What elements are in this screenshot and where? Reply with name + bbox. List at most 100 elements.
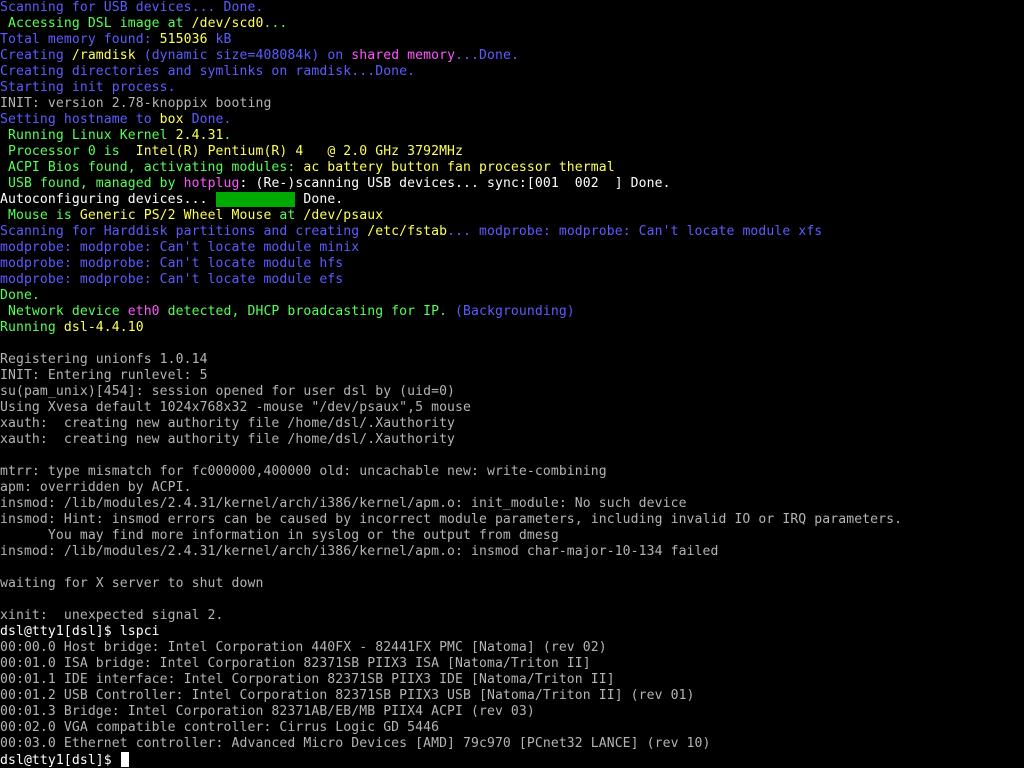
console-line: Accessing DSL image at /dev/scd0... [0, 16, 1024, 32]
console-text: modprobe: modprobe: Can't locate module … [0, 256, 344, 271]
console-text: Generic PS/2 Wheel Mouse [79, 208, 272, 223]
console-line: Scanning for Harddisk partitions and cre… [0, 224, 1024, 240]
console-text: Done. [183, 112, 232, 127]
console-text: insmod: Hint: insmod errors can be cause… [0, 512, 903, 527]
console-text: Mouse is [0, 208, 80, 223]
console-text: Running [0, 320, 64, 335]
console-line: 00:00.0 Host bridge: Intel Corporation 4… [0, 640, 1024, 656]
console-line: 00:01.3 Bridge: Intel Corporation 82371A… [0, 704, 1024, 720]
console-text: apm: overridden by ACPI. [0, 480, 192, 495]
console-text: Creating [0, 48, 72, 63]
console-line: 00:01.1 IDE interface: Intel Corporation… [0, 672, 1024, 688]
console-text: Intel(R) Pentium(R) 4 @ 2.0 GHz 3792MHz [135, 144, 464, 159]
console-line: Processor 0 is Intel(R) Pentium(R) 4 @ 2… [0, 144, 1024, 160]
console-text: Autoconfiguring devices... [0, 192, 216, 207]
console-text: : (Re-)scanning USB devices... sync:[001… [239, 176, 671, 191]
console-line: Network device eth0 detected, DHCP broad… [0, 304, 1024, 320]
console-text: ... [263, 16, 288, 31]
console-text: ...Done. [455, 48, 519, 63]
console-line: 00:02.0 VGA compatible controller: Cirru… [0, 720, 1024, 736]
console-line: INIT: Entering runlevel: 5 [0, 368, 1024, 384]
console-text: Network device [0, 304, 128, 319]
console-text: 00:01.0 ISA bridge: Intel Corporation 82… [0, 656, 591, 671]
console-text: (Backgrounding) [455, 304, 575, 319]
console-line: USB found, managed by hotplug: (Re-)scan… [0, 176, 1024, 192]
console-text: xauth: creating new authority file /home… [0, 416, 456, 431]
console-text: /dev/scd0 [191, 16, 264, 31]
console-text: ... modprobe: modprobe: Can't locate mod… [447, 224, 823, 239]
console-line: dsl@tty1[dsl]$ lspci [0, 624, 1024, 640]
console-line: Done. [0, 288, 1024, 304]
console-text: USB found, managed by [0, 176, 184, 191]
console-text: shared memory [351, 48, 456, 63]
console-line: INIT: version 2.78-knoppix booting [0, 96, 1024, 112]
console-text: dsl@tty1[dsl]$ lspci [0, 624, 160, 639]
console-text: dsl@tty1[dsl]$ [0, 753, 120, 768]
console-text: INIT: Entering runlevel: 5 [0, 368, 208, 383]
console-line: mtrr: type mismatch for fc000000,400000 … [0, 464, 1024, 480]
console-text: dsl-4.4.10 [63, 320, 144, 335]
console-text: /ramdisk [71, 48, 136, 63]
console-line: xauth: creating new authority file /home… [0, 416, 1024, 432]
console-line: Running Linux Kernel 2.4.31. [0, 128, 1024, 144]
console-line: Setting hostname to box Done. [0, 112, 1024, 128]
console-line: 00:01.0 ISA bridge: Intel Corporation 82… [0, 656, 1024, 672]
console-line: xinit: unexpected signal 2. [0, 608, 1024, 624]
console-text: Scanning for USB devices... Done. [0, 0, 264, 15]
text-cursor [120, 752, 129, 767]
console-text: 515036 [159, 32, 208, 47]
console-line: 00:01.2 USB Controller: Intel Corporatio… [0, 688, 1024, 704]
console-text: waiting for X server to shut down [0, 576, 264, 591]
console-line: Registering unionfs 1.0.14 [0, 352, 1024, 368]
console-line: modprobe: modprobe: Can't locate module … [0, 272, 1024, 288]
console-line: modprobe: modprobe: Can't locate module … [0, 240, 1024, 256]
console-text: 00:01.2 USB Controller: Intel Corporatio… [0, 688, 695, 703]
console-line: su(pam_unix)[454]: session opened for us… [0, 384, 1024, 400]
console-text: Accessing DSL image at [0, 16, 192, 31]
console-text: modprobe: modprobe: Can't locate module … [0, 240, 360, 255]
console-text: box [159, 112, 184, 127]
console-text: Processor 0 is [0, 144, 136, 159]
console-text: Running Linux Kernel [0, 128, 176, 143]
console-text: 00:01.3 Bridge: Intel Corporation 82371A… [0, 704, 535, 719]
console-line: insmod: /lib/modules/2.4.31/kernel/arch/… [0, 496, 1024, 512]
console-text: at [271, 208, 304, 223]
console-text: xinit: unexpected signal 2. [0, 608, 224, 623]
console-text: hotplug [183, 176, 240, 191]
console-line: Running dsl-4.4.10 [0, 320, 1024, 336]
console-text: xauth: creating new authority file /home… [0, 432, 456, 447]
console-line: Creating /ramdisk (dynamic size=408084k)… [0, 48, 1024, 64]
console-text: insmod: /lib/modules/2.4.31/kernel/arch/… [0, 496, 687, 511]
console-line: 00:03.0 Ethernet controller: Advanced Mi… [0, 736, 1024, 752]
console-text: 00:00.0 Host bridge: Intel Corporation 4… [0, 640, 607, 655]
console-text: (dynamic size=408084k) on [135, 48, 352, 63]
console-text: detected, DHCP broadcasting for IP. [159, 304, 456, 319]
console-line: Using Xvesa default 1024x768x32 -mouse "… [0, 400, 1024, 416]
console-line: xauth: creating new authority file /home… [0, 432, 1024, 448]
console-text: Creating directories and symlinks on ram… [0, 64, 416, 79]
console-text: /etc/fstab [367, 224, 448, 239]
console-line: apm: overridden by ACPI. [0, 480, 1024, 496]
console-text: Done. [295, 192, 344, 207]
console-line: dsl@tty1[dsl]$ [0, 752, 1024, 768]
console-text: . [223, 128, 232, 143]
console-line: Starting init process. [0, 80, 1024, 96]
console-text: mtrr: type mismatch for fc000000,400000 … [0, 464, 607, 479]
console-line: Scanning for USB devices... Done. [0, 0, 1024, 16]
console-text: 00:02.0 VGA compatible controller: Cirru… [0, 720, 440, 735]
terminal-console[interactable]: Scanning for USB devices... Done. Access… [0, 0, 1024, 768]
console-text: kB [207, 32, 232, 47]
console-text: Scanning for Harddisk partitions and cre… [0, 224, 368, 239]
console-text: ACPI Bios found, activating modules: [0, 160, 304, 175]
console-line: Mouse is Generic PS/2 Wheel Mouse at /de… [0, 208, 1024, 224]
console-text: insmod: /lib/modules/2.4.31/kernel/arch/… [0, 544, 719, 559]
console-line: insmod: /lib/modules/2.4.31/kernel/arch/… [0, 544, 1024, 560]
console-text: Total memory found: [0, 32, 160, 47]
console-text: modprobe: modprobe: Can't locate module … [0, 272, 344, 287]
console-text: /dev/psaux [303, 208, 384, 223]
progress-bar [215, 192, 296, 207]
